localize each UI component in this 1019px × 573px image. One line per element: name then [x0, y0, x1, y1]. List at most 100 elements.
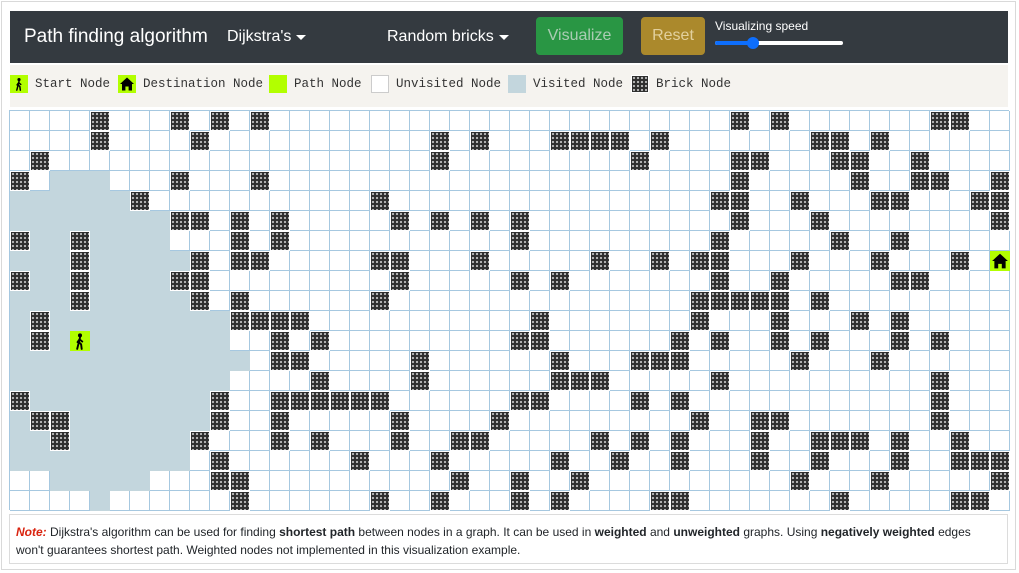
brick-node[interactable]: [350, 391, 370, 411]
unvisited-node[interactable]: [750, 471, 770, 491]
unvisited-node[interactable]: [650, 291, 670, 311]
brick-node[interactable]: [650, 351, 670, 371]
unvisited-node[interactable]: [950, 131, 970, 151]
unvisited-node[interactable]: [970, 471, 990, 491]
unvisited-node[interactable]: [430, 191, 450, 211]
unvisited-node[interactable]: [310, 251, 330, 271]
visited-node[interactable]: [190, 351, 210, 371]
brick-node[interactable]: [710, 371, 730, 391]
unvisited-node[interactable]: [490, 471, 510, 491]
visited-node[interactable]: [130, 231, 150, 251]
unvisited-node[interactable]: [610, 251, 630, 271]
unvisited-node[interactable]: [670, 251, 690, 271]
unvisited-node[interactable]: [250, 471, 270, 491]
unvisited-node[interactable]: [50, 131, 70, 151]
unvisited-node[interactable]: [170, 151, 190, 171]
brick-node[interactable]: [730, 111, 750, 131]
unvisited-node[interactable]: [530, 191, 550, 211]
visited-node[interactable]: [190, 411, 210, 431]
unvisited-node[interactable]: [470, 471, 490, 491]
unvisited-node[interactable]: [570, 251, 590, 271]
unvisited-node[interactable]: [310, 131, 330, 151]
unvisited-node[interactable]: [970, 391, 990, 411]
brick-node[interactable]: [710, 291, 730, 311]
unvisited-node[interactable]: [870, 171, 890, 191]
unvisited-node[interactable]: [210, 211, 230, 231]
unvisited-node[interactable]: [390, 291, 410, 311]
unvisited-node[interactable]: [850, 491, 870, 511]
unvisited-node[interactable]: [550, 431, 570, 451]
unvisited-node[interactable]: [290, 451, 310, 471]
unvisited-node[interactable]: [710, 411, 730, 431]
unvisited-node[interactable]: [650, 311, 670, 331]
visited-node[interactable]: [190, 371, 210, 391]
unvisited-node[interactable]: [290, 411, 310, 431]
unvisited-node[interactable]: [850, 291, 870, 311]
brick-node[interactable]: [70, 291, 90, 311]
unvisited-node[interactable]: [610, 271, 630, 291]
unvisited-node[interactable]: [310, 491, 330, 511]
unvisited-node[interactable]: [410, 391, 430, 411]
visited-node[interactable]: [130, 411, 150, 431]
brick-node[interactable]: [930, 111, 950, 131]
brick-node[interactable]: [790, 351, 810, 371]
unvisited-node[interactable]: [730, 271, 750, 291]
unvisited-node[interactable]: [650, 211, 670, 231]
unvisited-node[interactable]: [310, 111, 330, 131]
unvisited-node[interactable]: [530, 291, 550, 311]
unvisited-node[interactable]: [470, 411, 490, 431]
unvisited-node[interactable]: [930, 431, 950, 451]
brick-node[interactable]: [850, 151, 870, 171]
unvisited-node[interactable]: [830, 311, 850, 331]
brick-node[interactable]: [750, 291, 770, 311]
unvisited-node[interactable]: [510, 291, 530, 311]
unvisited-node[interactable]: [750, 131, 770, 151]
unvisited-node[interactable]: [690, 111, 710, 131]
unvisited-node[interactable]: [570, 331, 590, 351]
unvisited-node[interactable]: [750, 111, 770, 131]
brick-node[interactable]: [90, 131, 110, 151]
unvisited-node[interactable]: [970, 371, 990, 391]
unvisited-node[interactable]: [650, 371, 670, 391]
brick-node[interactable]: [830, 491, 850, 511]
unvisited-node[interactable]: [790, 211, 810, 231]
unvisited-node[interactable]: [610, 191, 630, 211]
unvisited-node[interactable]: [390, 491, 410, 511]
unvisited-node[interactable]: [230, 151, 250, 171]
unvisited-node[interactable]: [470, 491, 490, 511]
unvisited-node[interactable]: [950, 171, 970, 191]
brick-node[interactable]: [710, 331, 730, 351]
visualize-button[interactable]: Visualize: [536, 17, 623, 55]
brick-node[interactable]: [890, 191, 910, 211]
brick-node[interactable]: [270, 351, 290, 371]
unvisited-node[interactable]: [690, 211, 710, 231]
unvisited-node[interactable]: [350, 351, 370, 371]
unvisited-node[interactable]: [170, 231, 190, 251]
visited-node[interactable]: [90, 171, 110, 191]
unvisited-node[interactable]: [670, 271, 690, 291]
unvisited-node[interactable]: [230, 111, 250, 131]
unvisited-node[interactable]: [510, 251, 530, 271]
unvisited-node[interactable]: [630, 411, 650, 431]
brick-node[interactable]: [510, 231, 530, 251]
unvisited-node[interactable]: [170, 471, 190, 491]
unvisited-node[interactable]: [450, 411, 470, 431]
unvisited-node[interactable]: [850, 371, 870, 391]
unvisited-node[interactable]: [530, 371, 550, 391]
brick-node[interactable]: [690, 311, 710, 331]
unvisited-node[interactable]: [830, 251, 850, 271]
visited-node[interactable]: [50, 231, 70, 251]
unvisited-node[interactable]: [630, 171, 650, 191]
unvisited-node[interactable]: [530, 471, 550, 491]
unvisited-node[interactable]: [610, 231, 630, 251]
brick-node[interactable]: [890, 431, 910, 451]
unvisited-node[interactable]: [550, 311, 570, 331]
visited-node[interactable]: [10, 211, 30, 231]
brick-node[interactable]: [970, 451, 990, 471]
brick-node[interactable]: [510, 471, 530, 491]
unvisited-node[interactable]: [730, 311, 750, 331]
brick-node[interactable]: [810, 331, 830, 351]
unvisited-node[interactable]: [910, 411, 930, 431]
unvisited-node[interactable]: [730, 251, 750, 271]
destination-node[interactable]: [990, 251, 1010, 271]
